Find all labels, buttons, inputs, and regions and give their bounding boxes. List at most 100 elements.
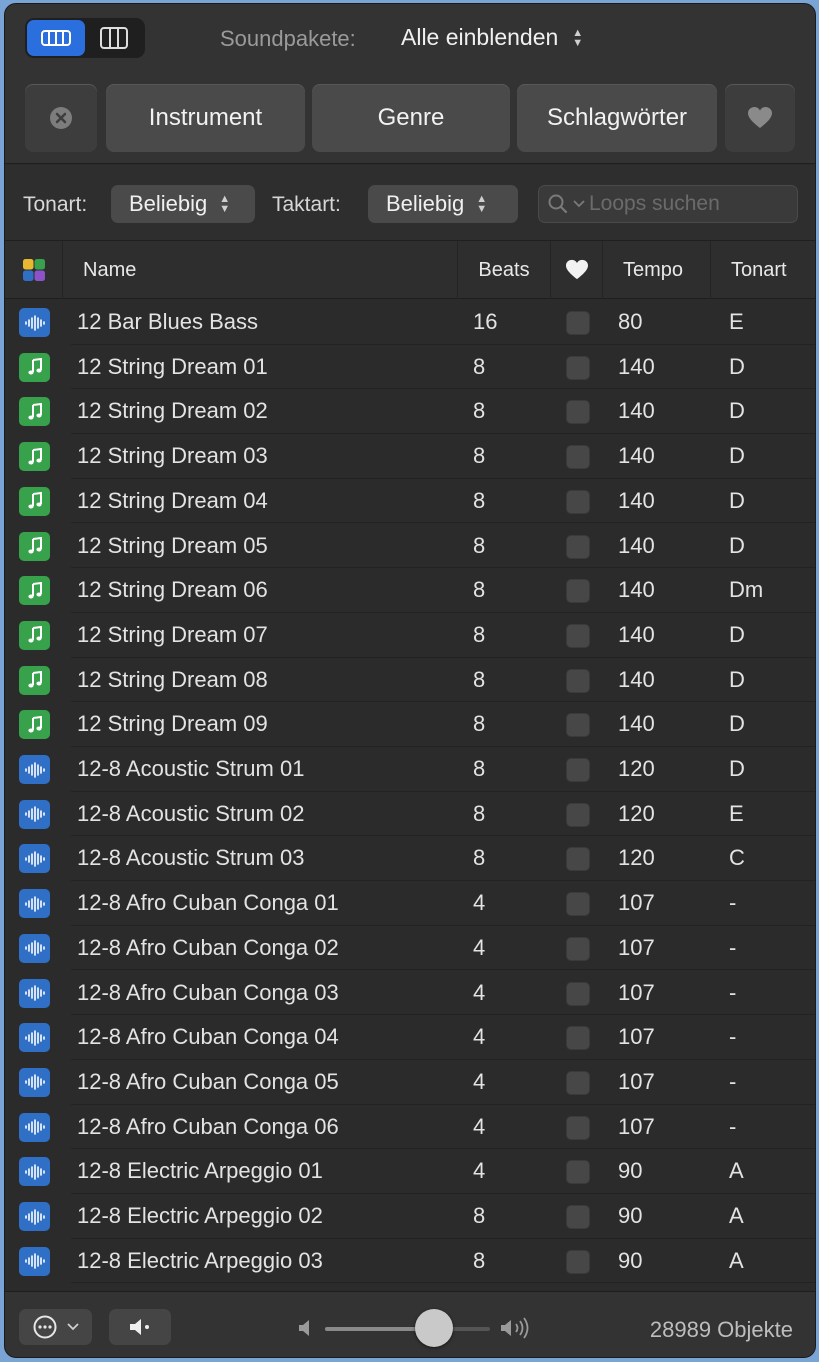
beats-column-header[interactable]: Beats [458,241,551,299]
up-down-chevron-icon: ▲ ▼ [572,26,584,49]
loop-name: 12-8 Electric Arpeggio 03 [77,1247,323,1273]
table-row[interactable]: 12-8 Acoustic Strum 02 8 120 E [5,792,815,837]
soundpacks-popup[interactable]: Alle einblenden ▲ ▼ [401,24,583,51]
audio-loop-icon [19,978,50,1008]
favorite-checkbox[interactable] [566,1205,590,1229]
search-field[interactable] [538,185,798,223]
clear-circle-icon [50,107,72,129]
loop-name: 12 String Dream 03 [77,443,268,469]
time-signature-label: Taktart: [272,193,341,216]
key-popup-value: Beliebig [129,191,208,216]
midi-loop-icon [19,576,50,606]
file-type-column-header[interactable] [5,241,63,299]
favorite-checkbox[interactable] [566,400,590,425]
favorite-checkbox[interactable] [566,981,590,1006]
preview-speaker-button[interactable] [109,1309,171,1345]
loop-name: 12-8 Electric Arpeggio 01 [77,1158,323,1184]
table-row[interactable]: 12-8 Afro Cuban Conga 04 4 107 - [5,1015,815,1060]
favorites-filter-button[interactable] [725,84,795,152]
table-row[interactable]: 12-8 Acoustic Strum 03 8 120 C [5,836,815,882]
table-row[interactable]: 12 String Dream 03 8 140 D [5,434,815,479]
reset-filters-button[interactable] [25,84,97,152]
column-view-button[interactable] [85,20,143,56]
volume-slider[interactable] [325,1327,490,1331]
table-row[interactable]: 12-8 Electric Arpeggio 03 8 90 A [5,1239,815,1284]
table-row[interactable]: 12 String Dream 07 8 140 D [5,613,815,658]
loop-key: E [729,309,744,334]
table-row[interactable]: 12-8 Afro Cuban Conga 02 4 107 - [5,926,815,971]
search-input[interactable] [589,192,789,216]
name-column-header[interactable]: Name [63,241,458,299]
favorite-checkbox[interactable] [566,668,590,693]
favorite-checkbox[interactable] [566,311,590,335]
loop-name: 12-8 Afro Cuban Conga 04 [77,1024,339,1050]
table-row[interactable]: 12 String Dream 09 8 140 D [5,702,815,747]
favorite-checkbox[interactable] [566,534,590,559]
audio-loop-icon [19,755,50,784]
loop-tempo: 140 [618,353,655,379]
loop-beats: 4 [473,934,486,960]
tags-filter-button[interactable]: Schlagwörter [517,84,717,152]
favorite-checkbox[interactable] [566,802,590,827]
favorite-checkbox[interactable] [566,936,590,961]
favorite-checkbox[interactable] [566,579,590,604]
table-row[interactable]: 12 String Dream 01 8 140 D [5,345,815,390]
loop-beats: 8 [473,1247,486,1273]
more-options-button[interactable] [19,1309,92,1345]
time-signature-popup[interactable]: Beliebig ▲ ▼ [368,185,518,223]
favorite-checkbox[interactable] [566,1026,590,1051]
favorite-column-header[interactable] [551,241,603,299]
favorite-checkbox[interactable] [566,355,590,380]
table-row[interactable]: 12-8 Electric Arpeggio 02 8 90 A [5,1194,815,1239]
favorite-checkbox[interactable] [566,489,590,514]
table-row[interactable]: 12 String Dream 06 8 140 Dm [5,568,815,613]
favorite-checkbox[interactable] [566,847,590,872]
top-bar: Soundpakete: Alle einblenden ▲ ▼ [5,4,815,76]
loop-tempo: 107 [618,1113,655,1139]
favorite-checkbox[interactable] [566,445,590,470]
loop-key: D [729,711,745,737]
favorite-checkbox[interactable] [566,1249,590,1274]
table-row[interactable]: 12 Bar Blues Bass 16 80 E [5,300,815,345]
key-popup[interactable]: Beliebig ▲ ▼ [111,185,255,223]
favorite-checkbox[interactable] [566,1115,590,1140]
loop-key: D [729,487,745,513]
audio-loop-icon [19,799,50,829]
table-row[interactable]: 12-8 Afro Cuban Conga 01 4 107 - [5,881,815,926]
tempo-column-header[interactable]: Tempo [603,241,711,299]
table-row[interactable]: 12-8 Afro Cuban Conga 03 4 107 - [5,971,815,1016]
favorite-checkbox[interactable] [566,758,590,782]
loop-name: 12-8 Acoustic Strum 01 [77,756,305,781]
volume-slider-knob[interactable] [414,1309,453,1347]
loop-name: 12-8 Afro Cuban Conga 03 [77,979,339,1005]
loop-beats: 4 [473,979,486,1005]
genre-filter-button[interactable]: Genre [312,84,510,152]
key-column-header[interactable]: Tonart [711,241,815,299]
loop-name: 12 String Dream 05 [77,532,268,558]
audio-loop-icon [19,1157,50,1187]
favorite-checkbox[interactable] [566,1160,590,1185]
table-row[interactable]: 12-8 Afro Cuban Conga 06 4 107 - [5,1105,815,1150]
list-view-button[interactable] [27,20,85,56]
table-row[interactable]: 12 String Dream 05 8 140 D [5,524,815,569]
loop-beats: 8 [473,443,486,469]
volume-low-icon [299,1320,309,1336]
instrument-filter-button[interactable]: Instrument [106,84,305,152]
favorite-checkbox[interactable] [566,623,590,648]
favorite-checkbox[interactable] [566,1070,590,1095]
favorite-checkbox[interactable] [566,892,590,917]
table-row[interactable]: 12-8 Electric Arpeggio 01 4 90 A [5,1149,815,1194]
table-row[interactable]: 12 String Dream 04 8 140 D [5,479,815,524]
table-row[interactable]: 12 String Dream 08 8 140 D [5,658,815,703]
loop-key: D [729,353,745,379]
table-row[interactable]: 12 String Dream 02 8 140 D [5,389,815,435]
table-row[interactable]: 12-8 Afro Cuban Conga 05 4 107 - [5,1060,815,1105]
loop-key: D [729,621,745,647]
loop-tempo: 80 [618,309,643,334]
table-row[interactable]: 12-8 Acoustic Strum 01 8 120 D [5,747,815,792]
soundpacks-label: Soundpakete: [220,26,356,51]
view-mode-switch [25,18,145,58]
key-label: Tonart: [23,193,88,216]
favorite-checkbox[interactable] [566,713,590,738]
loop-beats: 4 [473,1158,486,1184]
